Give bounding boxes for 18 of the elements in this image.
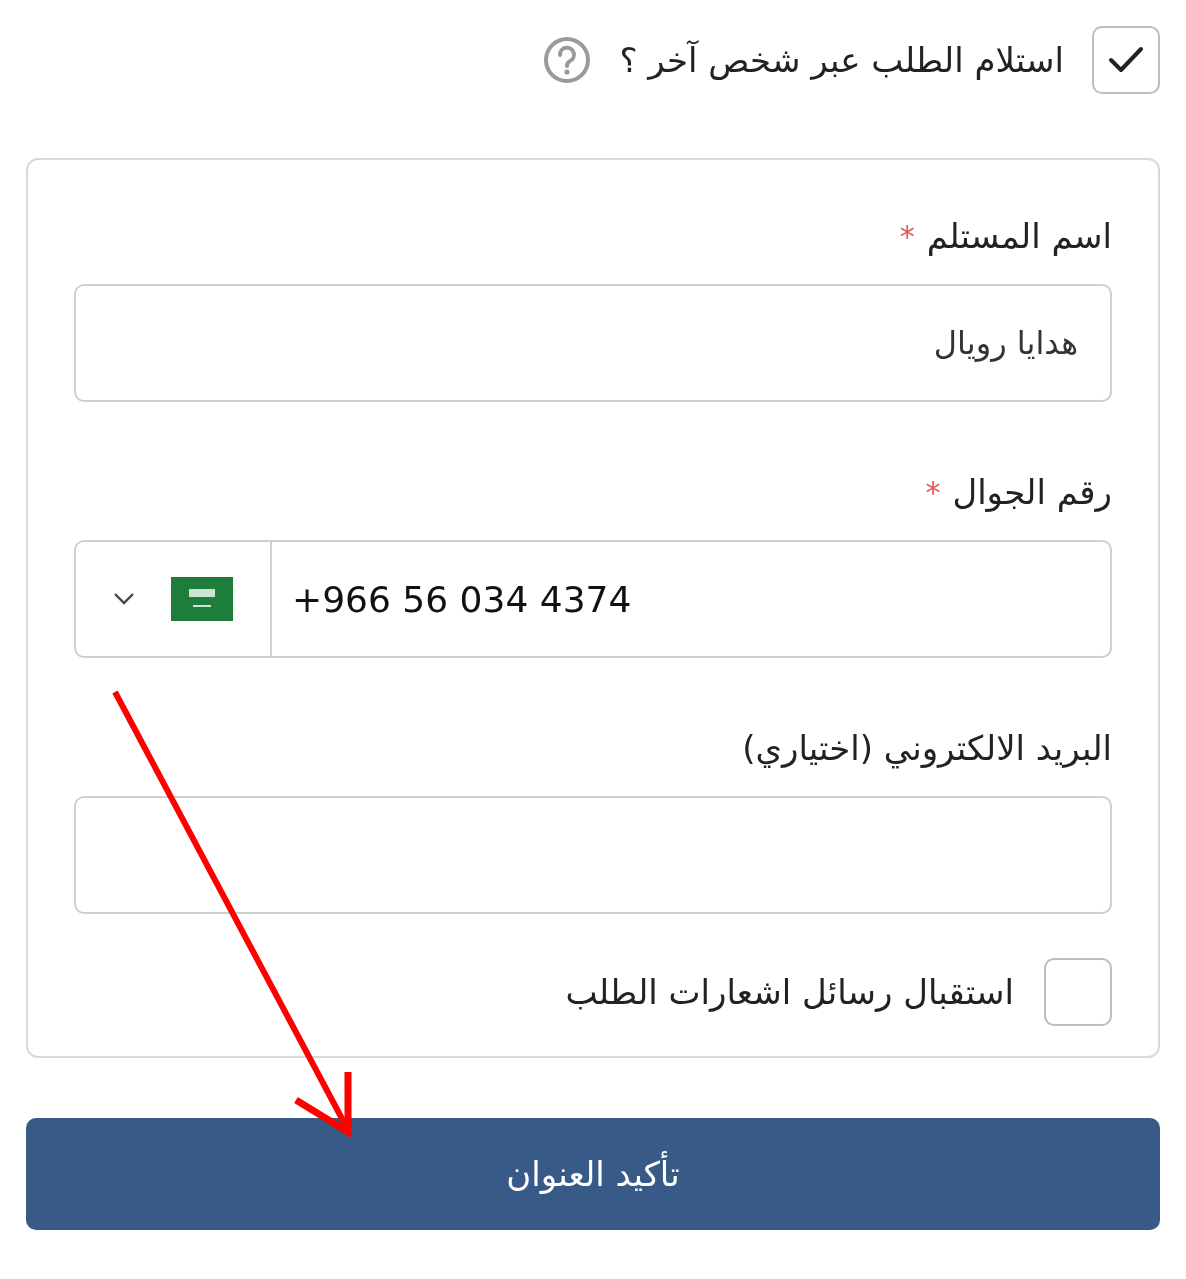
checkbox[interactable] <box>1044 958 1112 1026</box>
required-mark: * <box>925 474 941 510</box>
checkbox-label: استقبال رسائل اشعارات الطلب <box>565 972 1014 1012</box>
phone-input[interactable]: +966 56 034 4374 <box>272 542 1110 656</box>
phone-field[interactable]: +966 56 034 4374 <box>74 540 1112 658</box>
input-field[interactable] <box>74 796 1112 914</box>
checkbox-label: استلام الطلب عبر شخص آخر ؟ <box>619 40 1064 80</box>
flag-icon <box>171 577 233 621</box>
help-icon[interactable] <box>543 36 592 84</box>
field-label: البريد الالكتروني (اختياري) <box>742 728 1112 768</box>
required-mark: * <box>899 218 915 254</box>
confirm-button[interactable]: تأكيد العنوان <box>26 1118 1160 1230</box>
field-label: رقم الجوال <box>952 472 1112 512</box>
checkmark-icon <box>1108 46 1144 74</box>
chevron-down-icon <box>113 592 135 606</box>
checkbox[interactable] <box>1092 26 1160 94</box>
field-label: اسم المستلم <box>926 216 1112 256</box>
input-field[interactable]: هدايا رويال <box>74 284 1112 402</box>
